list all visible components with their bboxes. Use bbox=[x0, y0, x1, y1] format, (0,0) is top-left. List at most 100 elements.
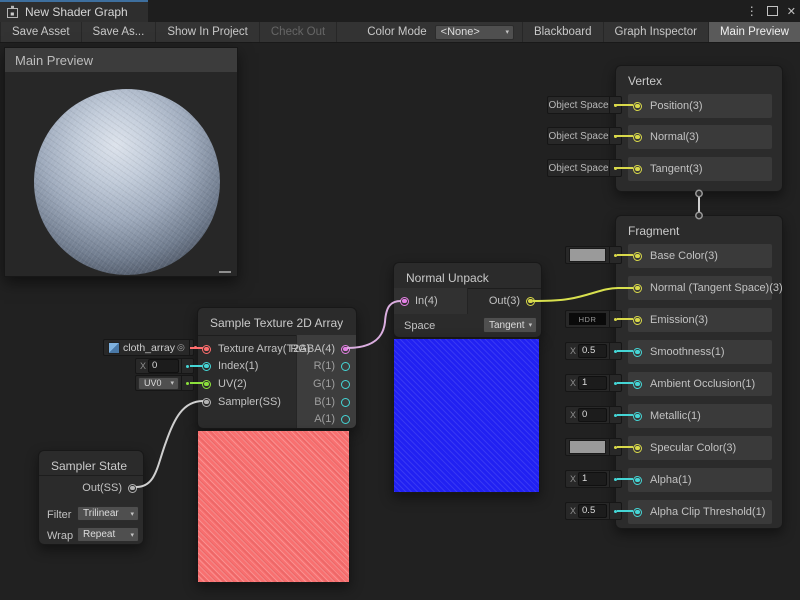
cloth-array-texture-field[interactable]: cloth_array ◎ bbox=[103, 339, 194, 356]
x-component-label: X bbox=[570, 346, 576, 356]
sampler-out-port[interactable] bbox=[128, 484, 137, 493]
unpack-in-port[interactable] bbox=[400, 297, 409, 306]
preview-resize-handle[interactable] bbox=[219, 271, 231, 273]
shader-graph-icon bbox=[6, 5, 19, 19]
window-close-icon[interactable]: ✕ bbox=[787, 5, 796, 18]
window-maximize-icon[interactable] bbox=[767, 6, 778, 16]
alpha-value-input[interactable]: 1 bbox=[578, 472, 607, 486]
normal-port[interactable] bbox=[633, 133, 642, 142]
alpha-row: Alpha(1) bbox=[628, 468, 772, 492]
sampler-port[interactable] bbox=[202, 398, 211, 407]
ambient-occlusion-port[interactable] bbox=[633, 380, 642, 389]
g-label: G(1) bbox=[313, 378, 335, 390]
smoothness-value-widget: X 0.5 bbox=[565, 342, 622, 360]
r-label: R(1) bbox=[314, 360, 335, 372]
base-color-port[interactable] bbox=[633, 252, 642, 261]
emission-port[interactable] bbox=[633, 316, 642, 325]
wrap-label: Wrap bbox=[47, 530, 73, 542]
space-label: Space bbox=[404, 320, 435, 332]
alpha-clip-row: Alpha Clip Threshold(1) bbox=[628, 500, 772, 524]
smoothness-port[interactable] bbox=[633, 348, 642, 357]
color-swatch[interactable] bbox=[569, 248, 606, 262]
object-picker-icon[interactable]: ◎ bbox=[177, 342, 185, 353]
normal-label: Normal(3) bbox=[650, 131, 699, 143]
unpack-out-port[interactable] bbox=[526, 297, 535, 306]
specular-color-swatch-widget[interactable] bbox=[565, 438, 622, 456]
alpha-port[interactable] bbox=[633, 476, 642, 485]
uv-channel-value: UV0 bbox=[144, 378, 162, 388]
unpack-in-label: In(4) bbox=[415, 295, 438, 307]
metallic-label: Metallic(1) bbox=[650, 410, 701, 422]
badge-port-dot bbox=[186, 365, 189, 368]
base-color-row: Base Color(3) bbox=[628, 244, 772, 268]
a-output-row: A(1) bbox=[314, 411, 350, 427]
save-asset-button[interactable]: Save Asset bbox=[0, 22, 82, 42]
badge-port-dot bbox=[614, 167, 617, 170]
blackboard-button[interactable]: Blackboard bbox=[522, 22, 603, 42]
vertex-node-title: Vertex bbox=[616, 66, 782, 93]
index-label: Index(1) bbox=[218, 360, 258, 372]
color-mode-dropdown[interactable]: <None> ▾ bbox=[435, 25, 514, 40]
window-menu-icon[interactable]: ⋮ bbox=[746, 4, 758, 18]
a-port[interactable] bbox=[341, 415, 350, 424]
fragment-node-title: Fragment bbox=[616, 216, 782, 243]
vertex-node[interactable]: Vertex Position(3) Normal(3) Tangent(3) bbox=[615, 65, 783, 192]
ambient-occlusion-value-widget: X 1 bbox=[565, 374, 622, 392]
save-as-button[interactable]: Save As... bbox=[82, 22, 157, 42]
color-mode-label: Color Mode bbox=[337, 22, 434, 42]
g-port[interactable] bbox=[341, 380, 350, 389]
sampler-state-node[interactable]: Sampler State Out(SS) Filter Trilinear ▾… bbox=[38, 450, 144, 545]
normal-unpack-node[interactable]: Normal Unpack In(4) Out(3) Space Tangent… bbox=[393, 262, 542, 338]
space-dropdown[interactable]: Tangent ▾ bbox=[483, 317, 537, 333]
main-preview-toggle-button[interactable]: Main Preview bbox=[708, 22, 800, 42]
texture-array-port[interactable] bbox=[202, 345, 211, 354]
ambient-occlusion-label: Ambient Occlusion(1) bbox=[650, 378, 755, 390]
badge-port-dot bbox=[614, 135, 617, 138]
specular-color-port[interactable] bbox=[633, 444, 642, 453]
preview-sphere bbox=[34, 89, 220, 275]
filter-value: Trilinear bbox=[83, 508, 119, 519]
check-out-button: Check Out bbox=[260, 22, 337, 42]
hdr-color-swatch[interactable]: HDR bbox=[569, 313, 606, 325]
base-color-label: Base Color(3) bbox=[650, 250, 718, 262]
sampler-out-label: Out(SS) bbox=[82, 482, 122, 494]
graph-inspector-button[interactable]: Graph Inspector bbox=[603, 22, 708, 42]
tab-new-shader-graph[interactable]: New Shader Graph bbox=[0, 0, 148, 22]
index-port[interactable] bbox=[202, 362, 211, 371]
dropdown-arrow-icon: ▾ bbox=[166, 379, 178, 387]
base-color-swatch-widget[interactable] bbox=[565, 246, 622, 264]
uv-port[interactable] bbox=[202, 380, 211, 389]
normal-ts-port[interactable] bbox=[633, 284, 642, 293]
fragment-node[interactable]: Fragment Base Color(3) Normal (Tangent S… bbox=[615, 215, 783, 529]
rgba-port[interactable] bbox=[341, 345, 350, 354]
shader-graph-window: New Shader Graph ⋮ ✕ Save Asset Save As.… bbox=[0, 0, 800, 600]
x-component-label: X bbox=[140, 361, 146, 371]
sample-texture-preview bbox=[197, 430, 350, 583]
alpha-clip-port[interactable] bbox=[633, 508, 642, 517]
badge-port-dot bbox=[614, 446, 617, 449]
alpha-clip-value-input[interactable]: 0.5 bbox=[578, 504, 607, 518]
b-port[interactable] bbox=[341, 398, 350, 407]
r-port[interactable] bbox=[341, 362, 350, 371]
object-space-badge-tangent: Object Space bbox=[547, 159, 622, 177]
smoothness-value-input[interactable]: 0.5 bbox=[578, 344, 607, 358]
show-in-project-button[interactable]: Show In Project bbox=[156, 22, 260, 42]
tangent-port[interactable] bbox=[633, 165, 642, 174]
sample-texture-2d-array-node[interactable]: Sample Texture 2D Array Texture Array(T2… bbox=[197, 307, 357, 429]
wrap-dropdown[interactable]: Repeat ▾ bbox=[77, 527, 139, 542]
b-label: B(1) bbox=[314, 396, 335, 408]
uv-channel-dropdown[interactable]: UV0 ▾ bbox=[138, 377, 179, 390]
emission-hdr-widget[interactable]: HDR bbox=[565, 310, 622, 328]
alpha-clip-value-widget: X 0.5 bbox=[565, 502, 622, 520]
position-port[interactable] bbox=[633, 102, 642, 111]
main-preview-header[interactable]: Main Preview bbox=[5, 48, 237, 72]
ambient-occlusion-value-input[interactable]: 1 bbox=[578, 376, 607, 390]
metallic-port[interactable] bbox=[633, 412, 642, 421]
index-value-input[interactable]: 0 bbox=[148, 359, 179, 373]
metallic-value-input[interactable]: 0 bbox=[578, 408, 607, 422]
color-swatch[interactable] bbox=[569, 440, 606, 454]
filter-dropdown[interactable]: Trilinear ▾ bbox=[77, 506, 139, 521]
rgba-output-row: RGBA(4) bbox=[290, 341, 350, 357]
space-value: Tangent bbox=[489, 320, 525, 331]
badge-port-dot bbox=[614, 350, 617, 353]
